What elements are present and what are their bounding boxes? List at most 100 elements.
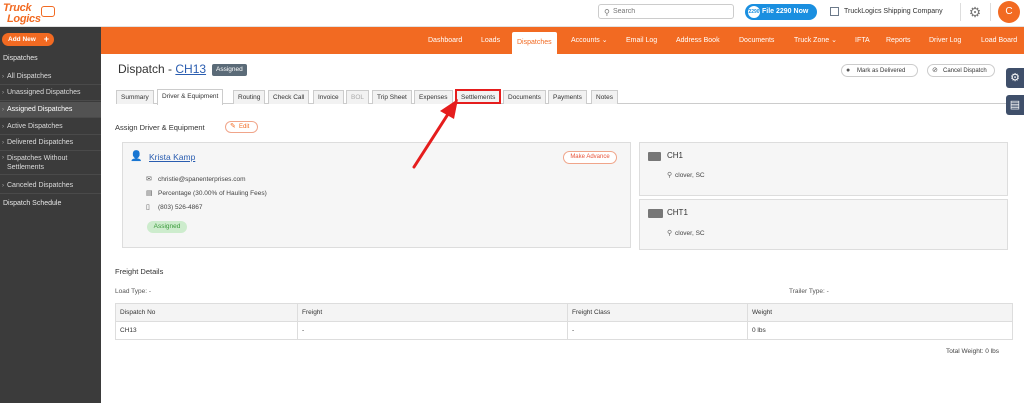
logo-text-line2: Logics <box>7 13 41 25</box>
nav-ifta[interactable]: IFTA <box>855 27 870 54</box>
sidebar-item-label: All Dispatches <box>7 73 52 80</box>
truck-location-text: clover, SC <box>675 172 705 179</box>
chevron-right-icon: › <box>2 140 4 146</box>
check-circle-icon: ● <box>846 67 851 74</box>
table-row: CH13 - - 0 lbs <box>115 321 1013 340</box>
sidebar-item-label: Assigned Dispatches <box>7 106 73 113</box>
driver-status-pill: Assigned <box>147 221 187 233</box>
sidebar-item-dispatch-schedule[interactable]: Dispatch Schedule <box>3 200 61 207</box>
nav-accounts[interactable]: Accounts ⌄ <box>571 27 608 54</box>
edit-assignment-button[interactable]: ✎ Edit <box>225 121 258 133</box>
driver-pay-text: Percentage (30.00% of Hauling Fees) <box>158 190 267 197</box>
total-weight: Total Weight: 0 lbs <box>946 348 999 355</box>
tab-notes[interactable]: Notes <box>591 90 618 104</box>
make-advance-button[interactable]: Make Advance <box>563 151 617 164</box>
money-icon: ▤ <box>146 190 153 197</box>
driver-phone-text: (803) 526-4867 <box>158 204 203 211</box>
trailer-location-text: clover, SC <box>675 230 705 237</box>
sidebar-item-unassigned-dispatches[interactable]: › Unassigned Dispatches <box>0 85 101 101</box>
tab-payments[interactable]: Payments <box>548 90 587 104</box>
chevron-right-icon: › <box>2 183 4 189</box>
phone-icon: ▯ <box>146 204 150 211</box>
tab-invoice[interactable]: Invoice <box>313 90 344 104</box>
user-avatar[interactable]: C <box>998 1 1020 23</box>
sidebar-item-assigned-dispatches[interactable]: › Assigned Dispatches <box>0 102 101 118</box>
tab-trip-sheet[interactable]: Trip Sheet <box>372 90 412 104</box>
edit-label: Edit <box>239 124 250 130</box>
cancel-icon: ⊘ <box>932 67 938 74</box>
dispatch-id-link[interactable]: CH13 <box>175 62 206 76</box>
equipment-card-trailer <box>639 199 1008 250</box>
truck-icon <box>41 6 55 17</box>
sidebar-item-active-dispatches[interactable]: › Active Dispatches <box>0 119 101 135</box>
truck-logics-logo[interactable]: Truck Logics <box>3 2 55 26</box>
trailer-name: CHT1 <box>667 208 688 217</box>
table-cell: CH13 <box>115 321 298 340</box>
truck-location: ⚲ clover, SC <box>667 172 705 179</box>
main-nav: Dashboard Loads Dispatches Accounts ⌄ Em… <box>101 27 1024 54</box>
column-header: Freight Class <box>567 303 748 322</box>
nav-dashboard[interactable]: Dashboard <box>428 27 462 54</box>
add-new-label: Add New <box>8 36 36 43</box>
cancel-dispatch-button[interactable]: ⊘ Cancel Dispatch <box>927 64 995 77</box>
annotation-arrow-icon <box>412 99 458 169</box>
mark-delivered-button[interactable]: ● Mark as Delivered <box>841 64 918 77</box>
sidebar: Add New + Dispatches › All Dispatches › Un… <box>0 27 101 403</box>
cancel-dispatch-label: Cancel Dispatch <box>943 68 987 74</box>
file-2290-button[interactable]: 2290 File 2290 Now <box>745 4 817 20</box>
nav-dispatches[interactable]: Dispatches <box>512 32 557 54</box>
sidebar-item-label: Dispatches Without Settlements <box>7 155 68 171</box>
add-new-button[interactable]: Add New + <box>2 33 54 46</box>
tab-documents[interactable]: Documents <box>503 90 546 104</box>
top-header: Truck Logics ⚲ 2290 File 2290 Now TruckL… <box>0 0 1024 27</box>
tab-check-call[interactable]: Check Call <box>268 90 310 104</box>
chevron-right-icon: › <box>2 90 4 96</box>
document-icon[interactable]: ▤ <box>1006 95 1024 115</box>
driver-name-link[interactable]: Krista Kamp <box>149 152 195 162</box>
nav-truck-zone[interactable]: Truck Zone ⌄ <box>794 27 837 54</box>
search-box[interactable]: ⚲ <box>598 4 734 19</box>
sidebar-item-canceled-dispatches[interactable]: › Canceled Dispatches <box>0 178 101 194</box>
column-header: Weight <box>747 303 1013 322</box>
truck-name: CH1 <box>667 151 684 160</box>
tab-bol[interactable]: BOL <box>346 90 370 104</box>
chevron-right-icon: › <box>2 74 4 80</box>
sidebar-item-all-dispatches[interactable]: › All Dispatches <box>0 69 101 85</box>
company-selector[interactable]: TruckLogics Shipping Company <box>830 5 943 19</box>
nav-load-board[interactable]: Load Board <box>981 27 1017 54</box>
nav-address-book[interactable]: Address Book <box>676 27 720 54</box>
load-type-label: Load Type: - <box>115 288 152 295</box>
file-2290-badge-icon: 2290 <box>748 6 760 18</box>
nav-documents[interactable]: Documents <box>739 27 774 54</box>
driver-user-icon: 👤 <box>130 151 143 162</box>
location-pin-icon: ⚲ <box>667 230 673 237</box>
plus-icon: + <box>43 34 49 44</box>
edit-icon: ✎ <box>230 123 236 130</box>
trailer-icon <box>648 209 663 218</box>
settings-gear-icon[interactable]: ⚙ <box>966 3 984 21</box>
chevron-right-icon: › <box>2 155 4 161</box>
building-icon <box>830 7 839 16</box>
freight-section-title: Freight Details <box>115 267 164 276</box>
chevron-right-icon: › <box>2 124 4 130</box>
search-input[interactable] <box>613 6 731 17</box>
truck-icon <box>648 152 661 161</box>
sidebar-item-delivered-dispatches[interactable]: › Delivered Dispatches <box>0 135 101 151</box>
tab-summary[interactable]: Summary <box>116 90 154 104</box>
table-header-row: Dispatch No Freight Freight Class Weight <box>115 303 1013 322</box>
settings-gear-icon[interactable]: ⚙ <box>1006 68 1024 88</box>
location-pin-icon: ⚲ <box>667 172 673 179</box>
sidebar-item-dispatches-without-settlements[interactable]: › Dispatches Without Settlements <box>0 152 101 175</box>
table-cell: - <box>297 321 568 340</box>
mark-delivered-label: Mark as Delivered <box>857 68 906 74</box>
sidebar-item-label: Canceled Dispatches <box>7 182 74 189</box>
nav-email-log[interactable]: Email Log <box>626 27 657 54</box>
file-2290-label: File 2290 Now <box>762 8 809 15</box>
tab-routing[interactable]: Routing <box>233 90 266 104</box>
nav-driver-log[interactable]: Driver Log <box>929 27 961 54</box>
tab-driver-equipment[interactable]: Driver & Equipment <box>157 89 224 105</box>
nav-reports[interactable]: Reports <box>886 27 911 54</box>
driver-phone: ▯ (803) 526-4867 <box>146 204 202 211</box>
nav-loads[interactable]: Loads <box>481 27 500 54</box>
equipment-card-truck <box>639 142 1008 196</box>
